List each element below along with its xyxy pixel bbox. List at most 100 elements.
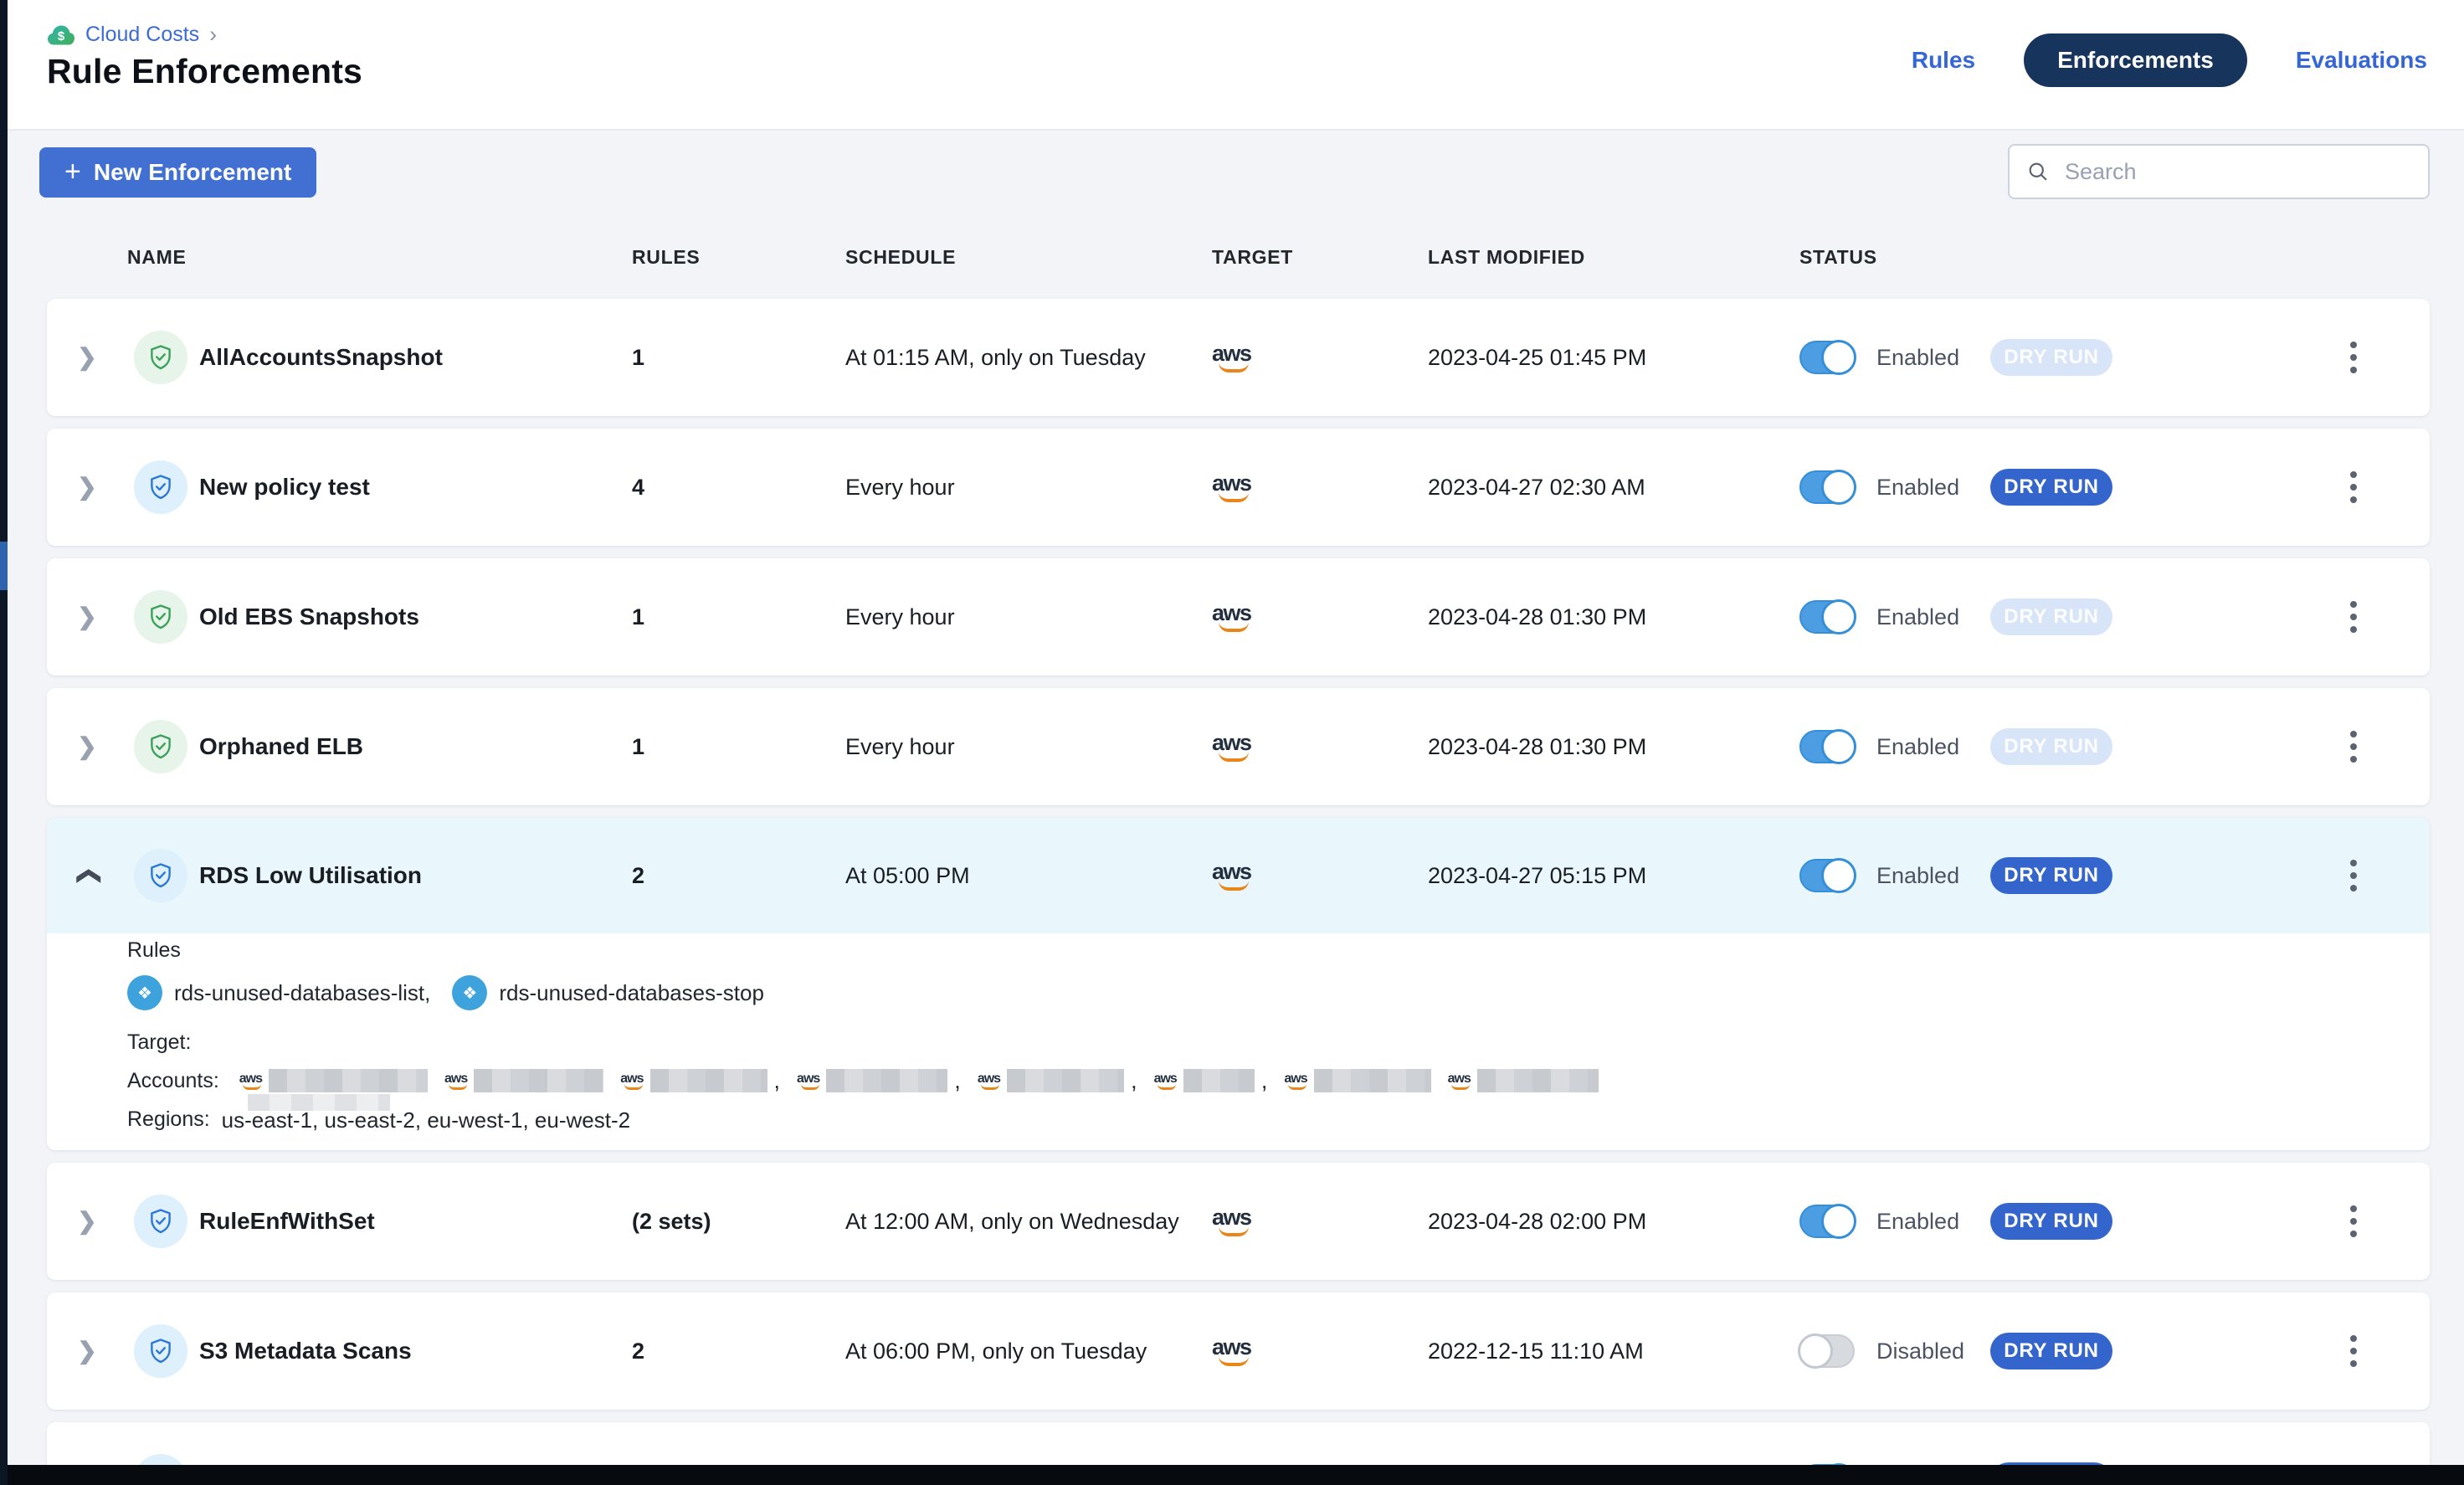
row-main: ❯ New policy test 4 Every hour aws 2023-…: [47, 429, 2430, 546]
dry-run-badge[interactable]: DRY RUN: [1990, 857, 2112, 894]
aws-logo-mini: aws: [1154, 1072, 1177, 1090]
enabled-toggle[interactable]: [1799, 1334, 1855, 1368]
rule-chip-label: rds-unused-databases-stop: [499, 980, 764, 1006]
row-menu-kebab-icon[interactable]: [2345, 726, 2362, 768]
column-header-rules: RULES: [632, 246, 845, 269]
rule-chips: ❖rds-unused-databases-list, ❖rds-unused-d…: [127, 975, 2396, 1010]
enforcement-shield-icon: [134, 1324, 187, 1378]
target-cell: aws: [1212, 472, 1428, 502]
dry-run-badge[interactable]: DRY RUN: [1990, 339, 2112, 376]
rule-chip[interactable]: ❖rds-unused-databases-list,: [127, 975, 430, 1010]
aws-logo-mini: aws: [620, 1072, 643, 1090]
enabled-toggle[interactable]: [1799, 1205, 1855, 1238]
dry-run-badge[interactable]: DRY RUN: [1990, 599, 2112, 635]
enforcement-row: ❯ New policy test 4 Every hour aws 2023-…: [47, 429, 2430, 546]
dry-run-badge[interactable]: DRY RUN: [1990, 728, 2112, 765]
redacted-account-name: [1314, 1069, 1431, 1092]
redacted-account-name: [474, 1069, 603, 1092]
expand-chevron-icon[interactable]: ❯: [77, 1207, 96, 1235]
enforcement-name: RDS Low Utilisation: [194, 862, 632, 889]
enforcement-name: RuleEnfWithSet: [194, 1208, 632, 1235]
breadcrumb: $ Cloud Costs ›: [47, 22, 217, 48]
aws-logo-mini: aws: [239, 1072, 262, 1090]
schedule-text: Every hour: [845, 734, 1212, 760]
search-input[interactable]: [2065, 159, 2411, 185]
status-label: Enabled: [1876, 604, 1977, 630]
dry-run-badge[interactable]: DRY RUN: [1990, 1203, 2112, 1240]
enforcement-name: Orphaned ELB: [194, 733, 632, 760]
redacted-account-name: [650, 1069, 767, 1092]
breadcrumb-chevron-icon: ›: [209, 22, 217, 48]
enforcement-name: S3 Metadata Scans: [194, 1338, 632, 1364]
rules-count: 1: [632, 734, 845, 760]
dry-run-badge[interactable]: DRY RUN: [1990, 1333, 2112, 1369]
aws-logo: aws: [1212, 1206, 1251, 1236]
enforcement-shield-icon: [134, 460, 187, 514]
status-label: Enabled: [1876, 475, 1977, 501]
enabled-toggle[interactable]: [1799, 859, 1855, 892]
regions-row: Regions: us-east-1, us-east-2, eu-west-1…: [127, 1107, 2396, 1133]
status-label: Enabled: [1876, 863, 1977, 889]
rule-chip[interactable]: ❖rds-unused-databases-stop: [452, 975, 764, 1010]
schedule-text: At 01:15 AM, only on Tuesday: [845, 345, 1212, 371]
enabled-toggle[interactable]: [1799, 600, 1855, 634]
row-menu-kebab-icon[interactable]: [2345, 337, 2362, 378]
aws-logo-mini: aws: [797, 1072, 819, 1090]
rules-count: 4: [632, 475, 845, 501]
search-icon: [2026, 160, 2050, 183]
expand-chevron-icon[interactable]: ❯: [77, 473, 96, 501]
schedule-text: Every hour: [845, 475, 1212, 501]
row-main: ❯ RuleEnfWithSet (2 sets) At 12:00 AM, o…: [47, 1163, 2430, 1280]
table-header: NAME RULES SCHEDULE TARGET LAST MODIFIED…: [47, 228, 2430, 286]
row-menu-kebab-icon[interactable]: [2345, 855, 2362, 897]
row-menu-kebab-icon[interactable]: [2345, 1200, 2362, 1242]
dry-run-badge[interactable]: DRY RUN: [1990, 469, 2112, 506]
enforcement-name: AllAccountsSnapshot: [194, 344, 632, 371]
enforcement-row: ❯ RDS Low Utilisation 2 At 05:00 PM aws …: [47, 818, 2430, 1150]
expand-chevron-icon[interactable]: ❯: [77, 1337, 96, 1364]
breadcrumb-cloud-costs-link[interactable]: Cloud Costs: [85, 23, 199, 47]
last-modified-text: 2023-04-25 01:45 PM: [1428, 345, 1799, 371]
search-box: [2008, 144, 2430, 199]
rules-count: 2: [632, 1339, 845, 1364]
enabled-toggle[interactable]: [1799, 341, 1855, 374]
left-rail-scroll-indicator[interactable]: [0, 542, 8, 590]
regions-label: Regions:: [127, 1107, 210, 1133]
aws-logo: aws: [1212, 732, 1251, 762]
bottom-edge-bar: [0, 1465, 2464, 1485]
row-menu-kebab-icon[interactable]: [2345, 466, 2362, 508]
enabled-toggle[interactable]: [1799, 730, 1855, 763]
status-cell: Enabled DRY RUN: [1799, 1203, 2277, 1240]
new-enforcement-button[interactable]: + New Enforcement: [39, 147, 316, 198]
tab-rules[interactable]: Rules: [1912, 47, 1975, 74]
redacted-account: aws,: [797, 1068, 961, 1094]
enforcement-row: ❯ RuleEnfWithSet (2 sets) At 12:00 AM, o…: [47, 1163, 2430, 1280]
rule-enforcements-screen: $ Cloud Costs › Rule Enforcements Rules …: [0, 0, 2464, 1485]
aws-logo-mini: aws: [1448, 1072, 1471, 1090]
enabled-toggle[interactable]: [1799, 470, 1855, 504]
enforcement-shield-icon: [134, 720, 187, 773]
aws-logo: aws: [1212, 1336, 1251, 1366]
enforcement-shield-icon: [134, 331, 187, 384]
schedule-text: At 06:00 PM, only on Tuesday: [845, 1339, 1212, 1364]
row-menu-kebab-icon[interactable]: [2345, 1330, 2362, 1372]
enforcement-rows: ❯ AllAccountsSnapshot 1 At 01:15 AM, onl…: [47, 299, 2430, 1485]
aws-logo-mini: aws: [978, 1072, 1000, 1090]
enforcement-name: New policy test: [194, 474, 632, 501]
status-cell: Enabled DRY RUN: [1799, 857, 2277, 894]
tab-evaluations[interactable]: Evaluations: [2296, 47, 2427, 74]
expand-chevron-icon[interactable]: ❯: [77, 603, 96, 630]
tab-enforcements[interactable]: Enforcements: [2024, 33, 2247, 87]
schedule-text: At 05:00 PM: [845, 863, 1212, 889]
expand-chevron-icon[interactable]: ❯: [74, 866, 101, 885]
row-menu-kebab-icon[interactable]: [2345, 596, 2362, 638]
last-modified-text: 2023-04-28 01:30 PM: [1428, 604, 1799, 630]
expand-chevron-icon[interactable]: ❯: [77, 343, 96, 371]
redacted-account: aws,: [1154, 1068, 1268, 1094]
enforcement-row: ❯ S3 Metadata Scans 2 At 06:00 PM, only …: [47, 1292, 2430, 1410]
expand-chevron-icon[interactable]: ❯: [77, 732, 96, 760]
regions-list: us-east-1, us-east-2, eu-west-1, eu-west…: [222, 1107, 630, 1133]
left-rail: [0, 0, 8, 1485]
redacted-account: aws: [1284, 1069, 1430, 1092]
rules-count: 2: [632, 863, 845, 889]
